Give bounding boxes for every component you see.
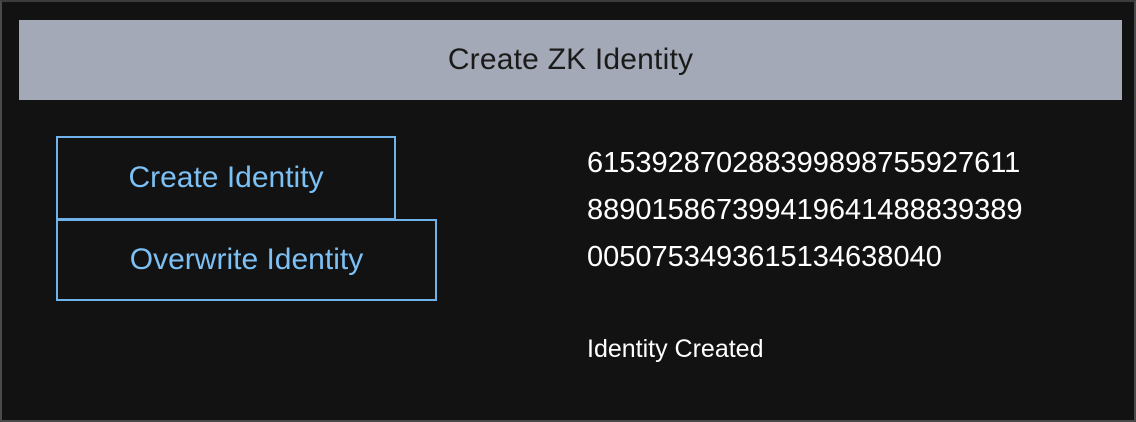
page-title: Create ZK Identity bbox=[447, 43, 694, 76]
create-identity-button[interactable]: Create Identity bbox=[56, 136, 396, 220]
status-message: Identity Created bbox=[587, 335, 764, 363]
identity-line-1: 615392870288399898755927611 bbox=[587, 147, 1021, 179]
identity-value: 615392870288399898755927611 889015867399… bbox=[587, 140, 1107, 281]
header-bar: Create ZK Identity bbox=[19, 20, 1122, 100]
identity-line-2: 889015867399419641488839389 bbox=[587, 194, 1023, 226]
identity-line-3: 0050753493615134638040 bbox=[587, 241, 942, 273]
app-window: Create ZK Identity Create Identity Overw… bbox=[0, 0, 1136, 422]
overwrite-identity-button[interactable]: Overwrite Identity bbox=[56, 219, 437, 301]
